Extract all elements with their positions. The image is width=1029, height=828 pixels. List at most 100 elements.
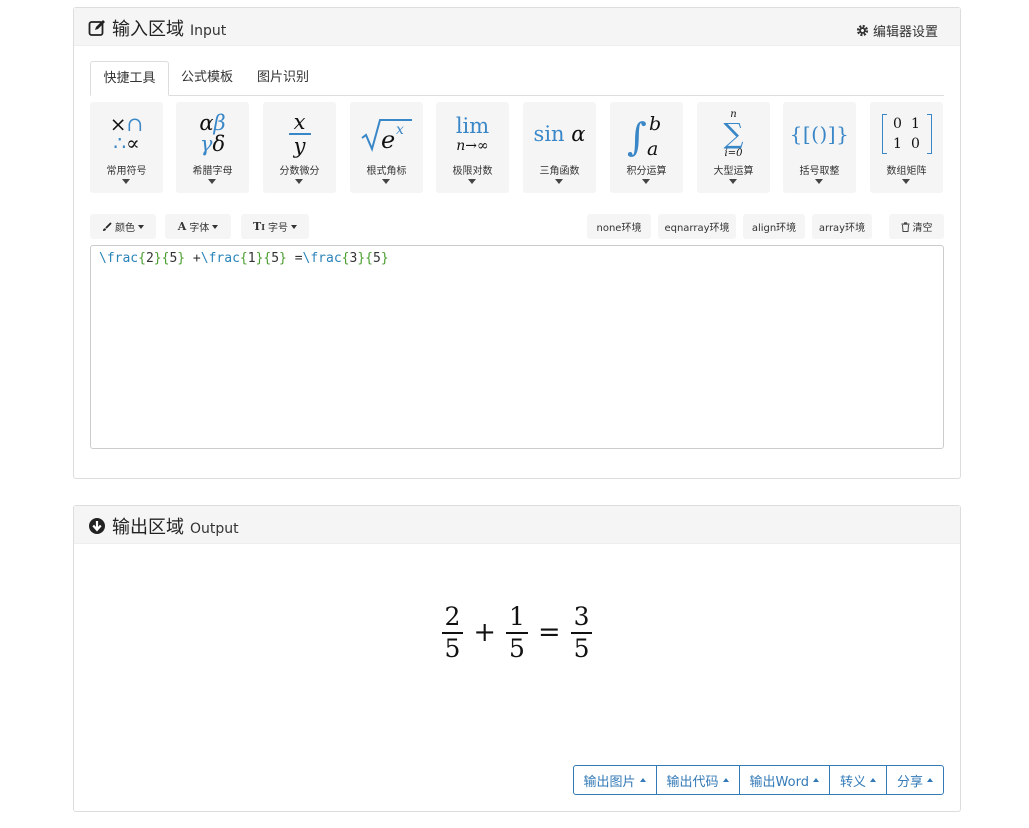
font-a-icon: A [177,220,187,233]
color-button[interactable]: 颜色 [90,214,156,239]
matrix-cell: 1 [893,136,902,152]
output-panel-header: 输出区域 Output [74,506,960,544]
tool-trig[interactable]: sin α 三角函数 [523,102,596,193]
denominator: 5 [444,633,461,663]
edit-icon [88,20,105,36]
share-label: 分享 [896,774,923,790]
svg-text:∫: ∫ [627,115,647,158]
svg-text:e: e [381,126,395,154]
share-button[interactable]: 分享 [885,765,944,795]
denominator: 5 [573,633,590,663]
input-panel: 输入区域 Input 编辑器设置 快捷工具 公式模板 图片识别 ×∩ ∴∝ 常用… [73,7,961,479]
export-word-label: 输出Word [749,774,809,790]
tool-label: 积分运算 [626,166,667,177]
export-code-button[interactable]: 输出代码 [655,765,740,795]
latex-text-token: = [286,251,303,266]
matrix-cell: 1 [911,116,920,132]
output-button-group: 输出图片 输出代码 输出Word 转义 分享 [572,765,944,795]
env-align-button[interactable]: align环境 [743,214,805,239]
latex-text-token: 5 [271,251,280,266]
numerator: 3 [573,602,590,631]
rendered-formula: 2 5 + 1 5 = 3 5 [74,602,960,664]
caret-up-icon [812,778,819,782]
caret-down-icon [208,179,216,184]
trig-icon: sin α [533,122,586,146]
radical-icon: e x [350,108,423,160]
output-panel-title: 输出区域 Output [88,513,239,539]
caret-down-icon [138,224,144,229]
tab-image-recognition[interactable]: 图片识别 [245,61,321,96]
editor-settings-button[interactable]: 编辑器设置 [842,14,960,46]
caret-down-icon [290,224,297,229]
matrix-cell: 0 [911,136,920,152]
common-symbols-icon: ×∩ ∴∝ [109,112,144,155]
plus-operator: + [473,617,497,649]
fraction: 1 5 [506,602,528,664]
export-image-button[interactable]: 输出图片 [572,765,657,795]
output-title-en: Output [190,521,239,537]
font-size-button[interactable]: TI 字号 [241,214,309,239]
latex-brace-token: } [153,251,162,266]
tool-matrix[interactable]: 0 1 1 0 数组矩阵 [870,102,943,193]
caret-down-icon [815,179,823,184]
export-image-label: 输出图片 [583,774,636,790]
export-word-button[interactable]: 输出Word [738,765,830,795]
tool-limit[interactable]: lim n→∞ 极限对数 [436,102,509,193]
latex-brace-token: { [138,251,146,266]
svg-text:x: x [396,122,404,138]
tool-label: 常用符号 [106,166,147,177]
denominator: 5 [509,633,525,663]
tool-label: 数组矩阵 [886,166,927,177]
latex-brace-token: } [279,251,287,266]
tool-fraction[interactable]: x y 分数微分 [263,102,336,193]
tab-quick-tools[interactable]: 快捷工具 [90,61,169,96]
tool-summation[interactable]: n ∑ i=0 大型运算 [697,102,770,193]
caret-up-icon [927,778,933,782]
tool-label: 三角函数 [539,166,580,177]
env-eqnarray-button[interactable]: eqnarray环境 [658,214,736,239]
env-array-button[interactable]: array环境 [812,214,872,239]
lim-text: lim [455,114,490,138]
integral-glyph: ∫ b a [627,113,661,158]
gear-icon [856,24,869,36]
latex-text-token: 1 [247,251,256,266]
brackets-icon: {[()]} [783,108,856,160]
tool-label: 分数微分 [279,166,320,177]
tool-brackets[interactable]: {[()]} 括号取整 [783,102,856,193]
input-panel-header: 输入区域 Input 编辑器设置 [74,8,960,46]
font-size-label: 字号 [267,223,288,234]
export-code-label: 输出代码 [666,774,719,790]
tool-greek-letters[interactable]: αβ γδ 希腊字母 [176,102,249,193]
sin-text: sin [533,122,565,146]
input-title-en: Input [190,23,227,39]
tool-label: 极限对数 [452,166,493,177]
escape-button[interactable]: 转义 [828,765,887,795]
caret-down-icon [122,179,130,184]
brackets-text: {[()]} [789,122,850,146]
output-panel: 输出区域 Output 2 5 + 1 5 = 3 5 输出图片 输出代码 输出… [73,505,961,812]
tool-radical[interactable]: e x 根式角标 [350,102,423,193]
tool-common-symbols[interactable]: ×∩ ∴∝ 常用符号 [90,102,163,193]
latex-brace-token: } [357,251,366,266]
tool-tabs: 快捷工具 公式模板 图片识别 [90,61,944,96]
tool-label: 希腊字母 [192,166,233,177]
font-button[interactable]: A 字体 [165,214,231,239]
latex-command-token: \frac [99,251,139,266]
caret-down-icon [212,224,219,229]
env-none-button[interactable]: none环境 [587,214,651,239]
text-height-icon: TI [253,220,265,233]
latex-editor[interactable]: \frac{2}{5} +\frac{1}{5} =\frac{3}{5} [90,245,944,449]
latex-brace-token: { [239,251,248,266]
tab-formula-templates[interactable]: 公式模板 [169,61,245,96]
latex-text-token: + [185,251,201,266]
brush-icon [103,221,112,231]
tool-label: 大型运算 [713,166,754,177]
latex-brace-token: } [177,251,186,266]
caret-up-icon [869,778,876,782]
tool-integral[interactable]: ∫ b a 积分运算 [610,102,683,193]
input-title-cn: 输入区域 [112,19,184,40]
editor-settings-label: 编辑器设置 [872,24,938,40]
latex-brace-token: } [380,251,389,266]
tool-label: 括号取整 [799,166,840,177]
clear-button[interactable]: 清空 [889,214,944,239]
